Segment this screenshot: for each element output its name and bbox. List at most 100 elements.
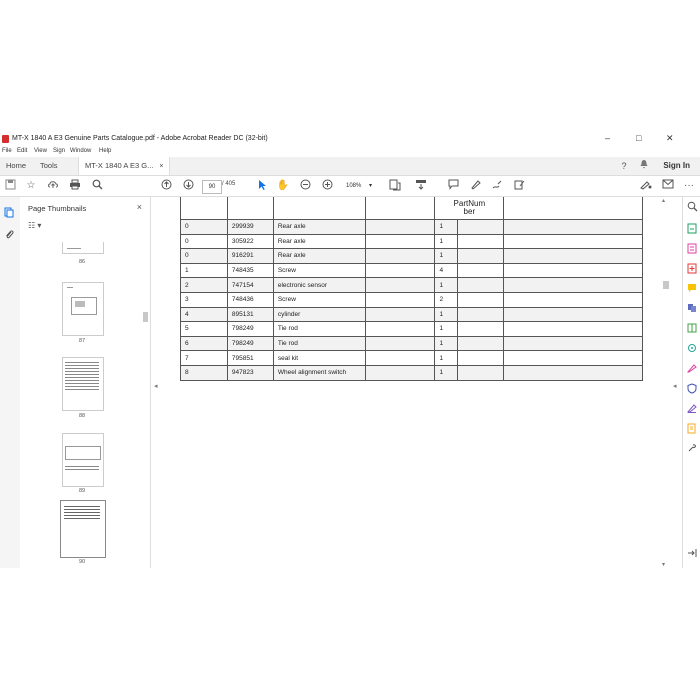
save-icon[interactable] [3,179,17,193]
thumbnail-page-88[interactable] [62,357,104,411]
thumbnail-options-icon[interactable]: ☷ ▾ [28,221,41,230]
pdf-file-icon [2,135,9,143]
help-icon[interactable]: ? [617,159,631,173]
menu-edit[interactable]: Edit [17,148,27,154]
organize-pages-icon[interactable] [686,323,698,335]
attachment-paperclip-icon[interactable] [3,229,15,241]
parts-table-body: 0 299939 Rear axle 1 0 305922 Rear axle 1 0 91629… [180,219,643,381]
table-cell [364,306,436,323]
table-cell: 895131 [226,306,274,323]
comment-tool-icon[interactable] [686,283,698,295]
table-cell: 4 [180,306,228,323]
table-cell: 748435 [226,262,274,279]
table-cell: seal kit [272,350,366,366]
scroll-mode-icon[interactable] [414,179,428,193]
hand-tool-icon[interactable]: ✋ [276,179,290,193]
panel-scrollbar-thumb[interactable] [143,312,148,322]
table-cell [364,233,436,250]
tab-close-icon[interactable]: × [159,163,163,170]
export-pdf-icon[interactable] [686,223,698,235]
more-tools-icon[interactable]: ··· [682,179,696,193]
scroll-up-arrow-icon[interactable]: ▴ [662,197,665,204]
thumbnail-page-89[interactable] [62,433,104,487]
thumbnail-page-86[interactable] [62,242,104,254]
search-icon[interactable] [90,179,104,193]
document-scrollbar[interactable]: ▴ ▾ [662,197,670,568]
table-row: 0 305922 Rear axle 1 [180,233,643,250]
zoom-out-icon[interactable] [298,179,312,193]
table-cell [503,335,643,352]
expand-rail-icon[interactable] [686,548,698,560]
email-icon[interactable] [661,179,675,193]
document-scrollbar-thumb[interactable] [663,281,669,289]
table-row: 7 795851 seal kit 1 [180,350,643,366]
tab-document[interactable]: MT-X 1840 A E3 G... × [78,157,171,175]
table-cell: Tie rod [272,321,366,337]
create-pdf-icon[interactable] [686,263,698,275]
highlight-pen-icon[interactable] [468,179,482,193]
draw-icon[interactable] [490,179,504,193]
table-cell: 947823 [226,364,274,381]
expand-right-pane-arrow-icon[interactable]: ◂ [673,382,677,390]
send-for-review-icon[interactable] [686,423,698,435]
menu-file[interactable]: File [2,148,12,154]
table-cell: 305922 [226,233,274,250]
table-row: 8 947823 Wheel alignment switch 1 [180,364,643,381]
sign-pen-icon[interactable] [639,179,653,193]
thumbnail-page-90[interactable] [60,500,106,558]
zoom-search-icon[interactable] [686,201,698,213]
page-thumbnails-icon[interactable] [3,207,15,219]
table-cell [503,350,643,366]
thumbnail-label-86: 86 [78,259,86,265]
table-cell [364,364,436,381]
table-cell: Tie rod [272,335,366,352]
collapse-panel-arrow-icon[interactable]: ◂ [154,382,158,390]
page-number-input[interactable]: 90 [202,180,222,194]
table-cell [457,335,505,352]
notification-bell-icon[interactable] [637,159,651,173]
upload-cloud-icon[interactable] [46,179,60,193]
tab-home[interactable]: Home [6,157,26,175]
fit-page-icon[interactable] [388,179,402,193]
scan-ocr-icon[interactable] [686,343,698,355]
table-cell [364,291,436,308]
next-page-icon[interactable] [181,179,195,193]
bookmark-star-icon[interactable]: ☆ [24,179,38,193]
table-cell: 747154 [226,277,274,293]
select-cursor-icon[interactable] [255,179,269,193]
panel-close-icon[interactable]: × [137,202,142,212]
edit-pdf-icon[interactable] [686,243,698,255]
comment-icon[interactable] [446,179,460,193]
maximize-button[interactable]: □ [636,133,641,143]
combine-files-icon[interactable] [686,303,698,315]
zoom-level-select[interactable]: 108% ▾ [346,180,376,192]
zoom-in-icon[interactable] [320,179,334,193]
print-icon[interactable] [68,179,82,193]
panel-scrollbar[interactable] [143,242,148,562]
previous-page-icon[interactable] [159,179,173,193]
table-row: 1 748435 Screw 4 [180,262,643,279]
request-signature-icon[interactable] [686,403,698,415]
more-tools-wrench-icon[interactable] [686,443,698,455]
thumbnail-page-87[interactable] [62,282,104,336]
fill-and-sign-icon[interactable] [686,363,698,375]
thumbnail-label-89: 89 [78,488,86,494]
table-cell [457,262,505,279]
scroll-down-arrow-icon[interactable]: ▾ [662,561,665,568]
minimize-button[interactable]: – [605,133,610,143]
close-window-button[interactable]: ✕ [666,133,674,144]
table-cell [364,277,436,293]
menu-window[interactable]: Window [70,148,91,154]
protect-shield-icon[interactable] [686,383,698,395]
table-cell [457,219,505,235]
table-cell: 1 [434,306,459,323]
fill-sign-icon[interactable] [512,179,526,193]
table-cell [503,364,643,381]
page-thumbnails-panel: Page Thumbnails × ☷ ▾ 86 87 88 89 90 [20,197,151,568]
tab-tools[interactable]: Tools [40,157,58,175]
menu-view[interactable]: View [34,148,47,154]
menu-sign[interactable]: Sign [53,148,65,154]
sign-in-link[interactable]: Sign In [663,157,690,175]
menu-help[interactable]: Help [99,148,111,154]
table-cell [364,335,436,352]
